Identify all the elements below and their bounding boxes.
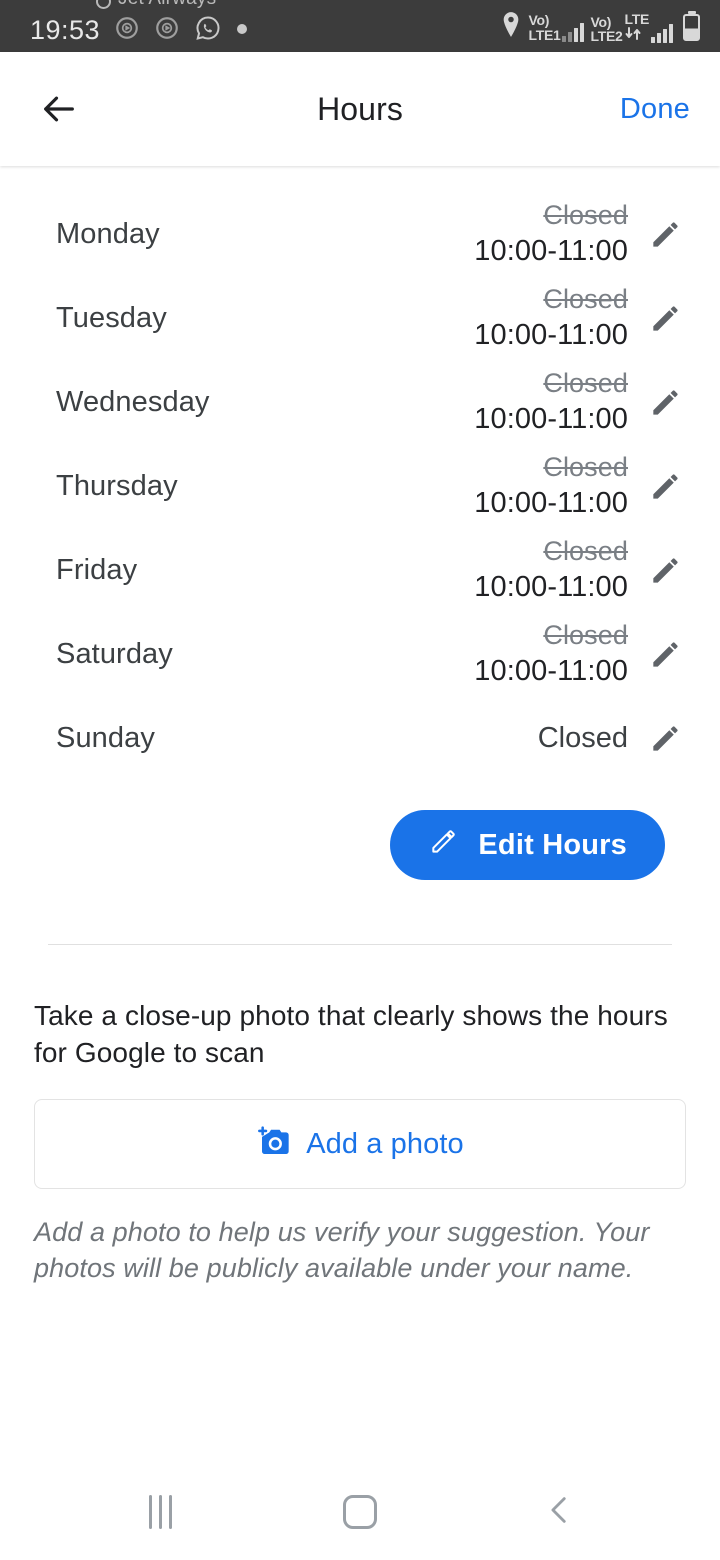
nav-back-button[interactable]: [505, 1477, 615, 1547]
table-row[interactable]: Monday Closed 10:00-11:00: [0, 192, 720, 276]
day-label: Saturday: [56, 637, 173, 670]
photo-note-text: Add a photo to help us verify your sugge…: [34, 1217, 650, 1284]
table-row[interactable]: Tuesday Closed 10:00-11:00: [0, 276, 720, 360]
media-notification-icon: [114, 15, 140, 46]
table-row[interactable]: Friday Closed 10:00-11:00: [0, 528, 720, 612]
pencil-icon[interactable]: [642, 546, 690, 594]
pencil-icon: [428, 825, 460, 865]
hour-values: Closed 10:00-11:00: [474, 283, 642, 353]
pencil-icon[interactable]: [642, 714, 690, 762]
new-hours: 10:00-11:00: [474, 654, 628, 687]
status-right-group: Vo) LTE1 Vo) LTE2 LTE: [500, 11, 700, 44]
day-label: Wednesday: [56, 385, 210, 418]
done-button[interactable]: Done: [616, 85, 694, 134]
dot-icon: [236, 22, 248, 40]
home-icon: [343, 1495, 377, 1529]
sim1-signal-bars-icon: [562, 22, 585, 42]
table-row[interactable]: Thursday Closed 10:00-11:00: [0, 444, 720, 528]
hour-values: Closed 10:00-11:00: [474, 199, 642, 269]
main-content: Monday Closed 10:00-11:00 Tuesday Closed…: [0, 166, 720, 1464]
recents-button[interactable]: [105, 1477, 215, 1547]
sim2-label: LTE2: [590, 28, 623, 44]
day-label: Friday: [56, 553, 138, 586]
old-hours: Closed: [543, 452, 628, 482]
status-ticker: Jet Airways: [96, 0, 216, 10]
sim2-signal-bars-icon: [651, 23, 673, 44]
edit-hours-row: Edit Hours: [0, 780, 720, 880]
pencil-icon[interactable]: [642, 294, 690, 342]
hour-values: Closed 10:00-11:00: [474, 451, 642, 521]
sim1-signal-group: Vo) LTE1: [528, 12, 585, 43]
edit-hours-button[interactable]: Edit Hours: [390, 810, 665, 880]
ticker-text: Jet Airways: [118, 0, 216, 10]
status-bar: Jet Airways 19:53 Vo): [0, 0, 720, 52]
table-row[interactable]: Wednesday Closed 10:00-11:00: [0, 360, 720, 444]
sim2-volte-label: Vo): [590, 13, 612, 30]
phone-screen: Jet Airways 19:53 Vo): [0, 0, 720, 1560]
day-label: Monday: [56, 217, 160, 250]
page-title: Hours: [317, 90, 403, 127]
edit-hours-label: Edit Hours: [478, 828, 627, 861]
location-pin-icon: [500, 11, 522, 44]
camera-add-icon: [256, 1126, 292, 1163]
day-label: Thursday: [56, 469, 178, 502]
sim1-volte-label: Vo): [528, 12, 550, 29]
pencil-icon[interactable]: [642, 462, 690, 510]
status-clock: 19:53: [30, 15, 101, 45]
pencil-icon[interactable]: [642, 210, 690, 258]
hours-list: Monday Closed 10:00-11:00 Tuesday Closed…: [0, 166, 720, 780]
pencil-icon[interactable]: [642, 630, 690, 678]
hour-values: Closed: [538, 720, 642, 756]
media-notification-icon: [154, 15, 180, 46]
sim1-label: LTE1: [528, 26, 561, 43]
pencil-icon[interactable]: [642, 378, 690, 426]
chevron-left-icon: [543, 1493, 577, 1532]
add-photo-button[interactable]: Add a photo: [34, 1099, 686, 1190]
network-type-label: LTE: [624, 10, 649, 27]
ticker-badge-icon: [96, 0, 111, 9]
home-button[interactable]: [305, 1477, 415, 1547]
new-hours: 10:00-11:00: [474, 234, 628, 267]
data-transfer-icon: [624, 26, 649, 43]
recents-icon: [148, 1495, 172, 1529]
table-row[interactable]: Saturday Closed 10:00-11:00: [0, 612, 720, 696]
whatsapp-icon: [194, 14, 222, 47]
new-hours: 10:00-11:00: [474, 486, 628, 519]
hour-values: Closed 10:00-11:00: [474, 367, 642, 437]
back-arrow-icon[interactable]: [28, 78, 90, 140]
system-nav-bar: [0, 1464, 720, 1560]
sim2-signal-group: Vo) LTE2 LTE: [590, 10, 673, 44]
old-hours: Closed: [543, 200, 628, 230]
new-hours: 10:00-11:00: [474, 402, 628, 435]
old-hours: Closed: [543, 536, 628, 566]
photo-section: Take a close-up photo that clearly shows…: [0, 945, 720, 1287]
day-label: Tuesday: [56, 301, 167, 334]
battery-icon: [683, 14, 700, 41]
app-header: Hours Done: [0, 52, 720, 166]
day-label: Sunday: [56, 721, 155, 754]
table-row[interactable]: Sunday Closed: [0, 696, 720, 780]
current-hours: Closed: [537, 721, 628, 754]
hour-values: Closed 10:00-11:00: [474, 535, 642, 605]
new-hours: 10:00-11:00: [474, 318, 628, 351]
new-hours: 10:00-11:00: [474, 570, 628, 603]
old-hours: Closed: [543, 368, 628, 398]
old-hours: Closed: [543, 620, 628, 650]
photo-hint-text: Take a close-up photo that clearly shows…: [34, 1000, 668, 1069]
old-hours: Closed: [543, 284, 628, 314]
status-left-group: 19:53: [30, 14, 248, 47]
add-photo-label: Add a photo: [306, 1127, 464, 1160]
hour-values: Closed 10:00-11:00: [474, 619, 642, 689]
